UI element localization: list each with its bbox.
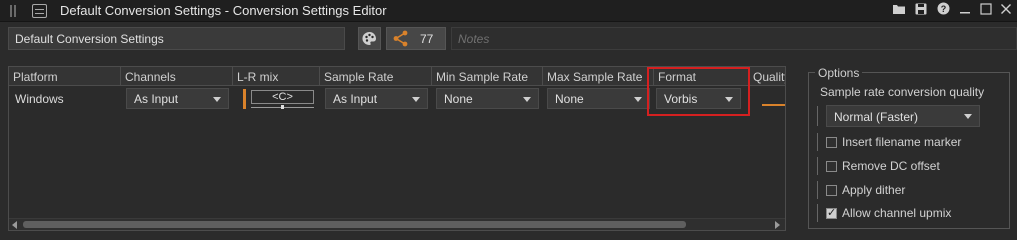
window-title: Default Conversion Settings - Conversion…: [60, 3, 387, 18]
column-header-max-sample-rate[interactable]: Max Sample Rate: [543, 67, 654, 86]
remove-dc-offset-checkbox[interactable]: [826, 161, 837, 172]
remove-dc-offset-label: Remove DC offset: [842, 159, 940, 173]
conversion-settings-icon: [32, 4, 47, 18]
platform-cell: Windows: [15, 92, 64, 106]
column-header-platform[interactable]: Platform: [9, 67, 121, 86]
references-count: 77: [420, 32, 434, 46]
allow-channel-upmix-checkbox[interactable]: [826, 206, 837, 219]
close-icon[interactable]: [997, 2, 1015, 20]
max-sample-rate-dropdown[interactable]: None: [547, 88, 650, 109]
property-link-indicator[interactable]: [817, 157, 820, 175]
column-header-sample-rate[interactable]: Sample Rate: [320, 67, 432, 86]
property-link-indicator[interactable]: [817, 204, 820, 222]
references-button[interactable]: 77: [386, 27, 446, 50]
channels-dropdown[interactable]: As Input: [126, 88, 229, 109]
sample-rate-dropdown[interactable]: As Input: [325, 88, 428, 109]
save-icon[interactable]: [912, 2, 930, 20]
property-link-indicator[interactable]: [817, 181, 820, 199]
min-sample-rate-value: None: [444, 92, 473, 106]
chevron-down-icon: [964, 114, 972, 119]
chevron-down-icon: [412, 97, 420, 102]
property-link-indicator[interactable]: [817, 106, 820, 126]
column-header-channels[interactable]: Channels: [121, 67, 233, 86]
apply-dither-label: Apply dither: [842, 183, 906, 197]
channels-value: As Input: [134, 92, 179, 106]
title-bar: Default Conversion Settings - Conversion…: [0, 0, 1017, 22]
conversion-settings-table: Platform Channels L-R mix Sample Rate Mi…: [8, 66, 786, 231]
drag-grip-icon[interactable]: [10, 5, 16, 17]
options-legend: Options: [815, 66, 863, 80]
palette-icon: [362, 32, 376, 45]
column-header-min-sample-rate[interactable]: Min Sample Rate: [432, 67, 543, 86]
sample-rate-quality-dropdown[interactable]: Normal (Faster): [826, 105, 980, 127]
min-sample-rate-dropdown[interactable]: None: [436, 88, 539, 109]
chevron-down-icon: [523, 97, 531, 102]
sample-rate-value: As Input: [333, 92, 378, 106]
scrollbar-thumb[interactable]: [23, 221, 686, 228]
scroll-left-icon[interactable]: [12, 221, 17, 229]
color-palette-button[interactable]: [358, 27, 381, 50]
svg-text:?: ?: [940, 4, 946, 14]
property-link-indicator[interactable]: [817, 133, 820, 151]
minimize-icon[interactable]: [956, 2, 974, 20]
lr-mix-value: <C>: [251, 90, 314, 104]
maximize-icon[interactable]: [977, 2, 995, 20]
chevron-down-icon: [213, 97, 221, 102]
scroll-right-icon[interactable]: [775, 221, 780, 229]
help-icon[interactable]: ?: [934, 2, 952, 20]
format-highlight-box: [647, 67, 750, 116]
quality-slider[interactable]: [762, 104, 785, 106]
insert-filename-marker-label: Insert filename marker: [842, 135, 962, 149]
lr-mix-knob[interactable]: [281, 105, 284, 109]
max-sample-rate-value: None: [555, 92, 584, 106]
sample-rate-quality-value: Normal (Faster): [834, 110, 919, 124]
chevron-down-icon: [634, 97, 642, 102]
lr-mix-indicator: [243, 89, 246, 109]
column-header-quality[interactable]: Quality: [749, 67, 785, 86]
notes-input[interactable]: Notes: [451, 27, 1017, 50]
allow-channel-upmix-label: Allow channel upmix: [842, 206, 952, 220]
share-references-icon: [393, 30, 408, 47]
insert-filename-marker-checkbox[interactable]: [826, 137, 837, 148]
sample-rate-quality-label: Sample rate conversion quality: [820, 85, 985, 99]
column-header-lr-mix[interactable]: L-R mix: [233, 67, 320, 86]
lr-mix-slider[interactable]: <C>: [243, 88, 314, 111]
apply-dither-checkbox[interactable]: [826, 185, 837, 196]
settings-name-input[interactable]: Default Conversion Settings: [8, 27, 345, 50]
folder-icon[interactable]: [890, 2, 908, 20]
horizontal-scrollbar[interactable]: [9, 218, 785, 230]
